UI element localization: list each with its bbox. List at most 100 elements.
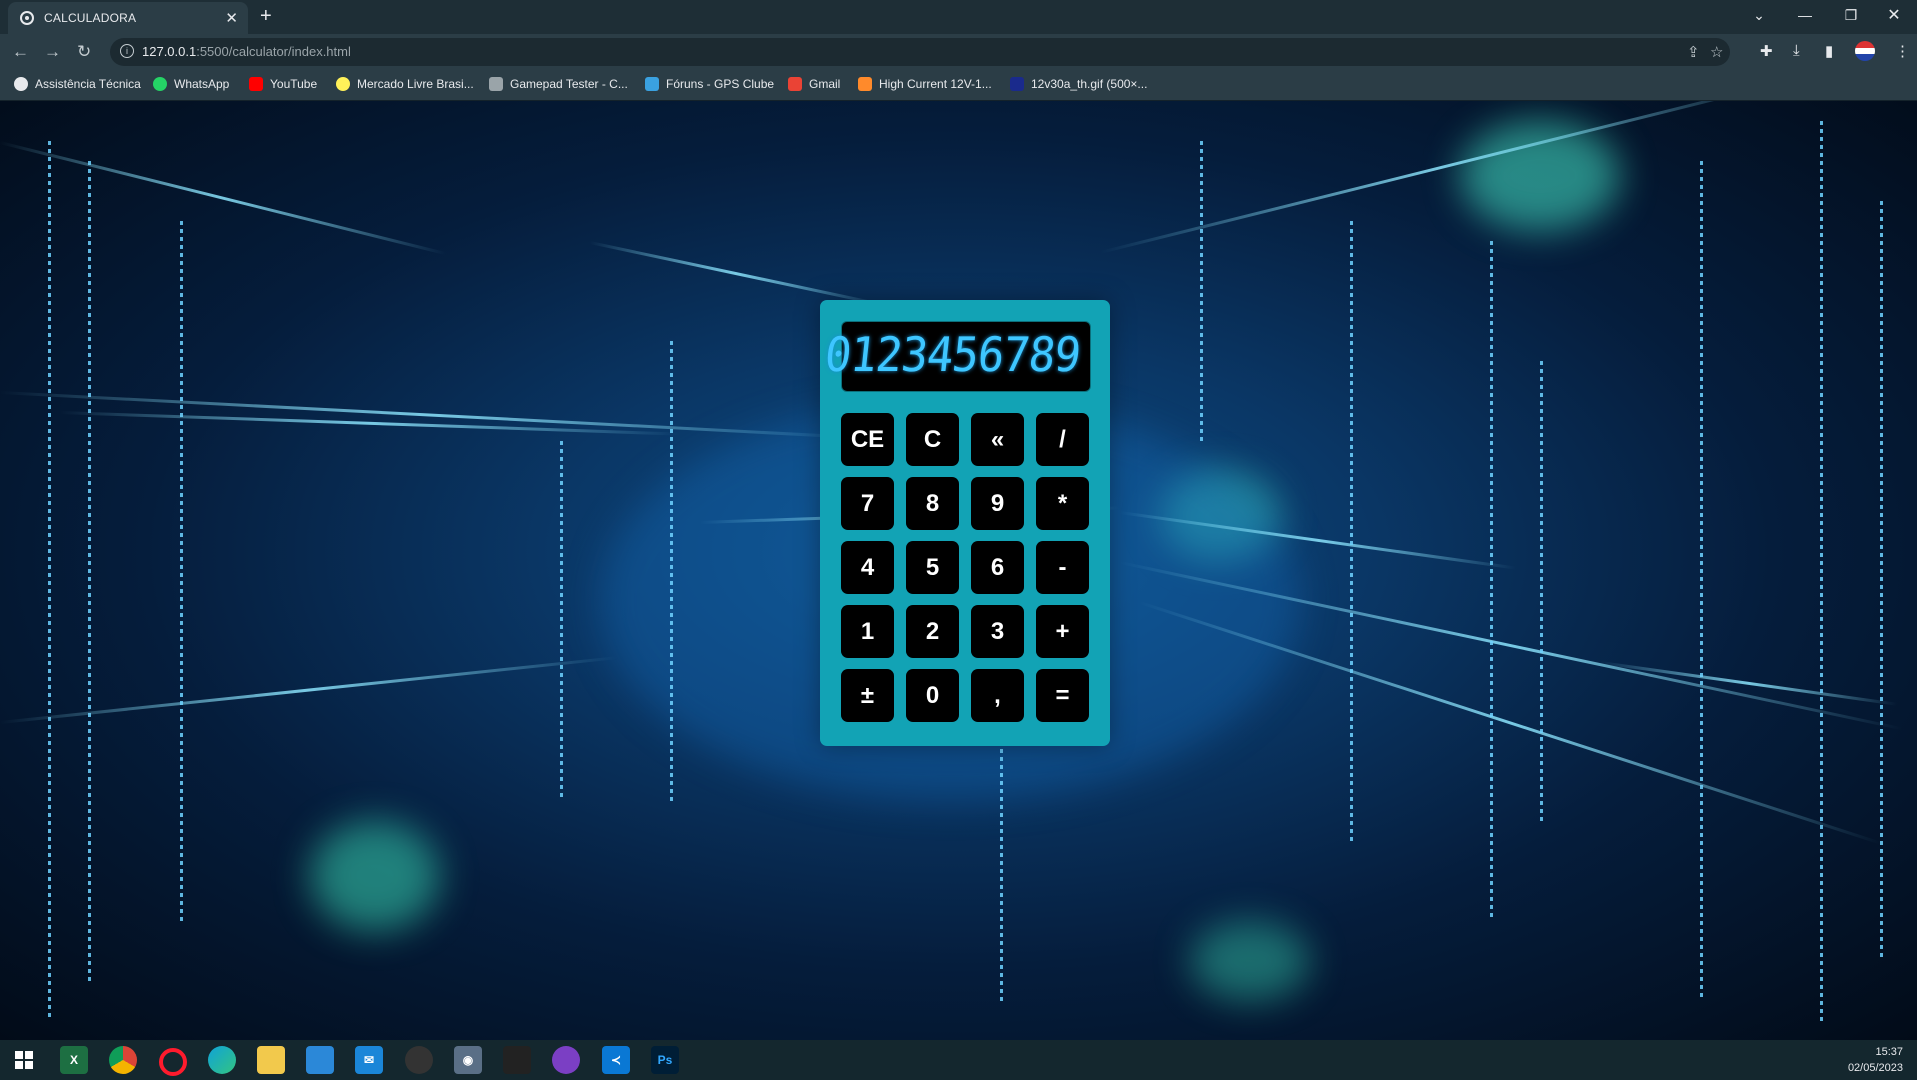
equals-button[interactable]: = [1036,669,1089,722]
decimal-comma-button[interactable]: , [971,669,1024,722]
gmail-icon [788,77,802,91]
data-stream [670,341,673,801]
background-glow [1460,121,1620,231]
camera-icon[interactable]: ◉ [454,1046,482,1074]
store-icon[interactable] [306,1046,334,1074]
data-stream [1880,201,1883,961]
light-beam [1139,601,1882,845]
bookmark-item[interactable]: Assistência Técnica [14,77,141,91]
digit-3-button[interactable]: 3 [971,605,1024,658]
digit-5-button[interactable]: 5 [906,541,959,594]
bookmark-item[interactable]: 12v30a_th.gif (500×... [1010,77,1147,91]
restore-button[interactable]: ❐ [1828,0,1874,30]
digit-8-button[interactable]: 8 [906,477,959,530]
light-beam [1599,661,1898,706]
close-window-button[interactable]: ✕ [1871,0,1917,30]
tab-favicon-icon [20,11,34,25]
divide-button[interactable]: / [1036,413,1089,466]
clear-button[interactable]: C [906,413,959,466]
data-stream [1540,361,1543,821]
bookmark-item[interactable]: WhatsApp [153,77,229,91]
bookmark-icon [858,77,872,91]
bookmark-item[interactable]: Gamepad Tester - C... [489,77,628,91]
light-beam [0,141,447,256]
reload-icon[interactable]: ↻ [77,42,91,62]
site-info-icon[interactable]: i [120,44,134,58]
digit-1-button[interactable]: 1 [841,605,894,658]
digit-2-button[interactable]: 2 [906,605,959,658]
new-tab-button[interactable]: + [260,5,272,28]
mail-icon[interactable]: ✉ [355,1046,383,1074]
photoshop-icon[interactable]: Ps [651,1046,679,1074]
menu-icon[interactable]: ⋮ [1895,42,1910,60]
subtract-button[interactable]: - [1036,541,1089,594]
digit-7-button[interactable]: 7 [841,477,894,530]
system-clock[interactable]: 15:37 02/05/2023 [1848,1044,1903,1076]
light-beam [589,241,884,307]
github-icon[interactable] [552,1046,580,1074]
windows-start-icon[interactable] [10,1046,38,1074]
gps-icon [645,77,659,91]
url-text: 127.0.0.1:5500/calculator/index.html [142,44,351,59]
digit-0-button[interactable]: 0 [906,669,959,722]
data-stream [180,221,183,921]
data-stream [1820,121,1823,1021]
browser-tab[interactable]: CALCULADORA ✕ [8,2,248,34]
tab-search-icon[interactable]: ⌄ [1736,0,1782,30]
file-explorer-icon[interactable] [257,1046,285,1074]
backspace-button[interactable]: « [971,413,1024,466]
extensions-icon[interactable]: ✚ [1760,42,1773,60]
bookmark-star-icon[interactable]: ☆ [1710,43,1723,61]
multiply-button[interactable]: * [1036,477,1089,530]
bookmark-item[interactable]: Fóruns - GPS Clube [645,77,774,91]
mercadolivre-icon [336,77,350,91]
add-button[interactable]: + [1036,605,1089,658]
image-icon [1010,77,1024,91]
data-stream [1200,141,1203,441]
toggle-sign-button[interactable]: ± [841,669,894,722]
tab-strip: CALCULADORA ✕ + ⌄ — ❐ ✕ [0,0,1917,34]
digit-4-button[interactable]: 4 [841,541,894,594]
download-icon[interactable]: ⤓ [1793,42,1800,59]
opera-icon[interactable] [159,1048,187,1076]
clear-entry-button[interactable]: CE [841,413,894,466]
forward-icon[interactable]: → [44,42,61,62]
minimize-button[interactable]: — [1782,0,1828,30]
bookmark-item[interactable]: Mercado Livre Brasi... [336,77,474,91]
globe-icon [14,77,28,91]
chrome-icon[interactable] [109,1046,137,1074]
digit-9-button[interactable]: 9 [971,477,1024,530]
taskbar: X ✉ ◉ ≺ Ps 15:37 02/05/2023 [0,1040,1917,1080]
back-icon[interactable]: ← [12,42,29,62]
clock-time: 15:37 [1875,1046,1903,1058]
whatsapp-icon [153,77,167,91]
bookmark-item[interactable]: High Current 12V-1... [858,77,992,91]
data-stream [560,441,563,801]
address-bar[interactable]: i 127.0.0.1:5500/calculator/index.html ⇪… [110,38,1730,66]
app-icon[interactable] [503,1046,531,1074]
excel-icon[interactable]: X [60,1046,88,1074]
data-stream [1350,221,1353,841]
share-icon[interactable]: ⇪ [1687,43,1700,61]
obs-icon[interactable] [405,1046,433,1074]
edge-icon[interactable] [208,1046,236,1074]
data-stream [1490,241,1493,921]
data-stream [88,161,91,981]
bookmark-item[interactable]: Gmail [788,77,840,91]
browser-toolbar: ← → ↻ i 127.0.0.1:5500/calculator/index.… [0,34,1917,70]
bookmarks-bar: Assistência Técnica WhatsApp YouTube Mer… [0,70,1917,101]
vscode-icon[interactable]: ≺ [602,1046,630,1074]
calculator-display: 0123456789 [822,321,1091,392]
data-stream [48,141,51,1021]
bookmark-item[interactable]: YouTube [249,77,317,91]
light-beam [0,656,617,724]
digit-6-button[interactable]: 6 [971,541,1024,594]
display-value: 0123456789 [822,327,1083,384]
clock-date: 02/05/2023 [1847,1062,1903,1074]
background-glow [1190,921,1310,1001]
profile-avatar[interactable] [1855,41,1875,61]
close-tab-icon[interactable]: ✕ [225,9,238,27]
youtube-icon [249,77,263,91]
side-panel-icon[interactable]: ▮ [1825,42,1833,60]
data-stream [1700,161,1703,1001]
